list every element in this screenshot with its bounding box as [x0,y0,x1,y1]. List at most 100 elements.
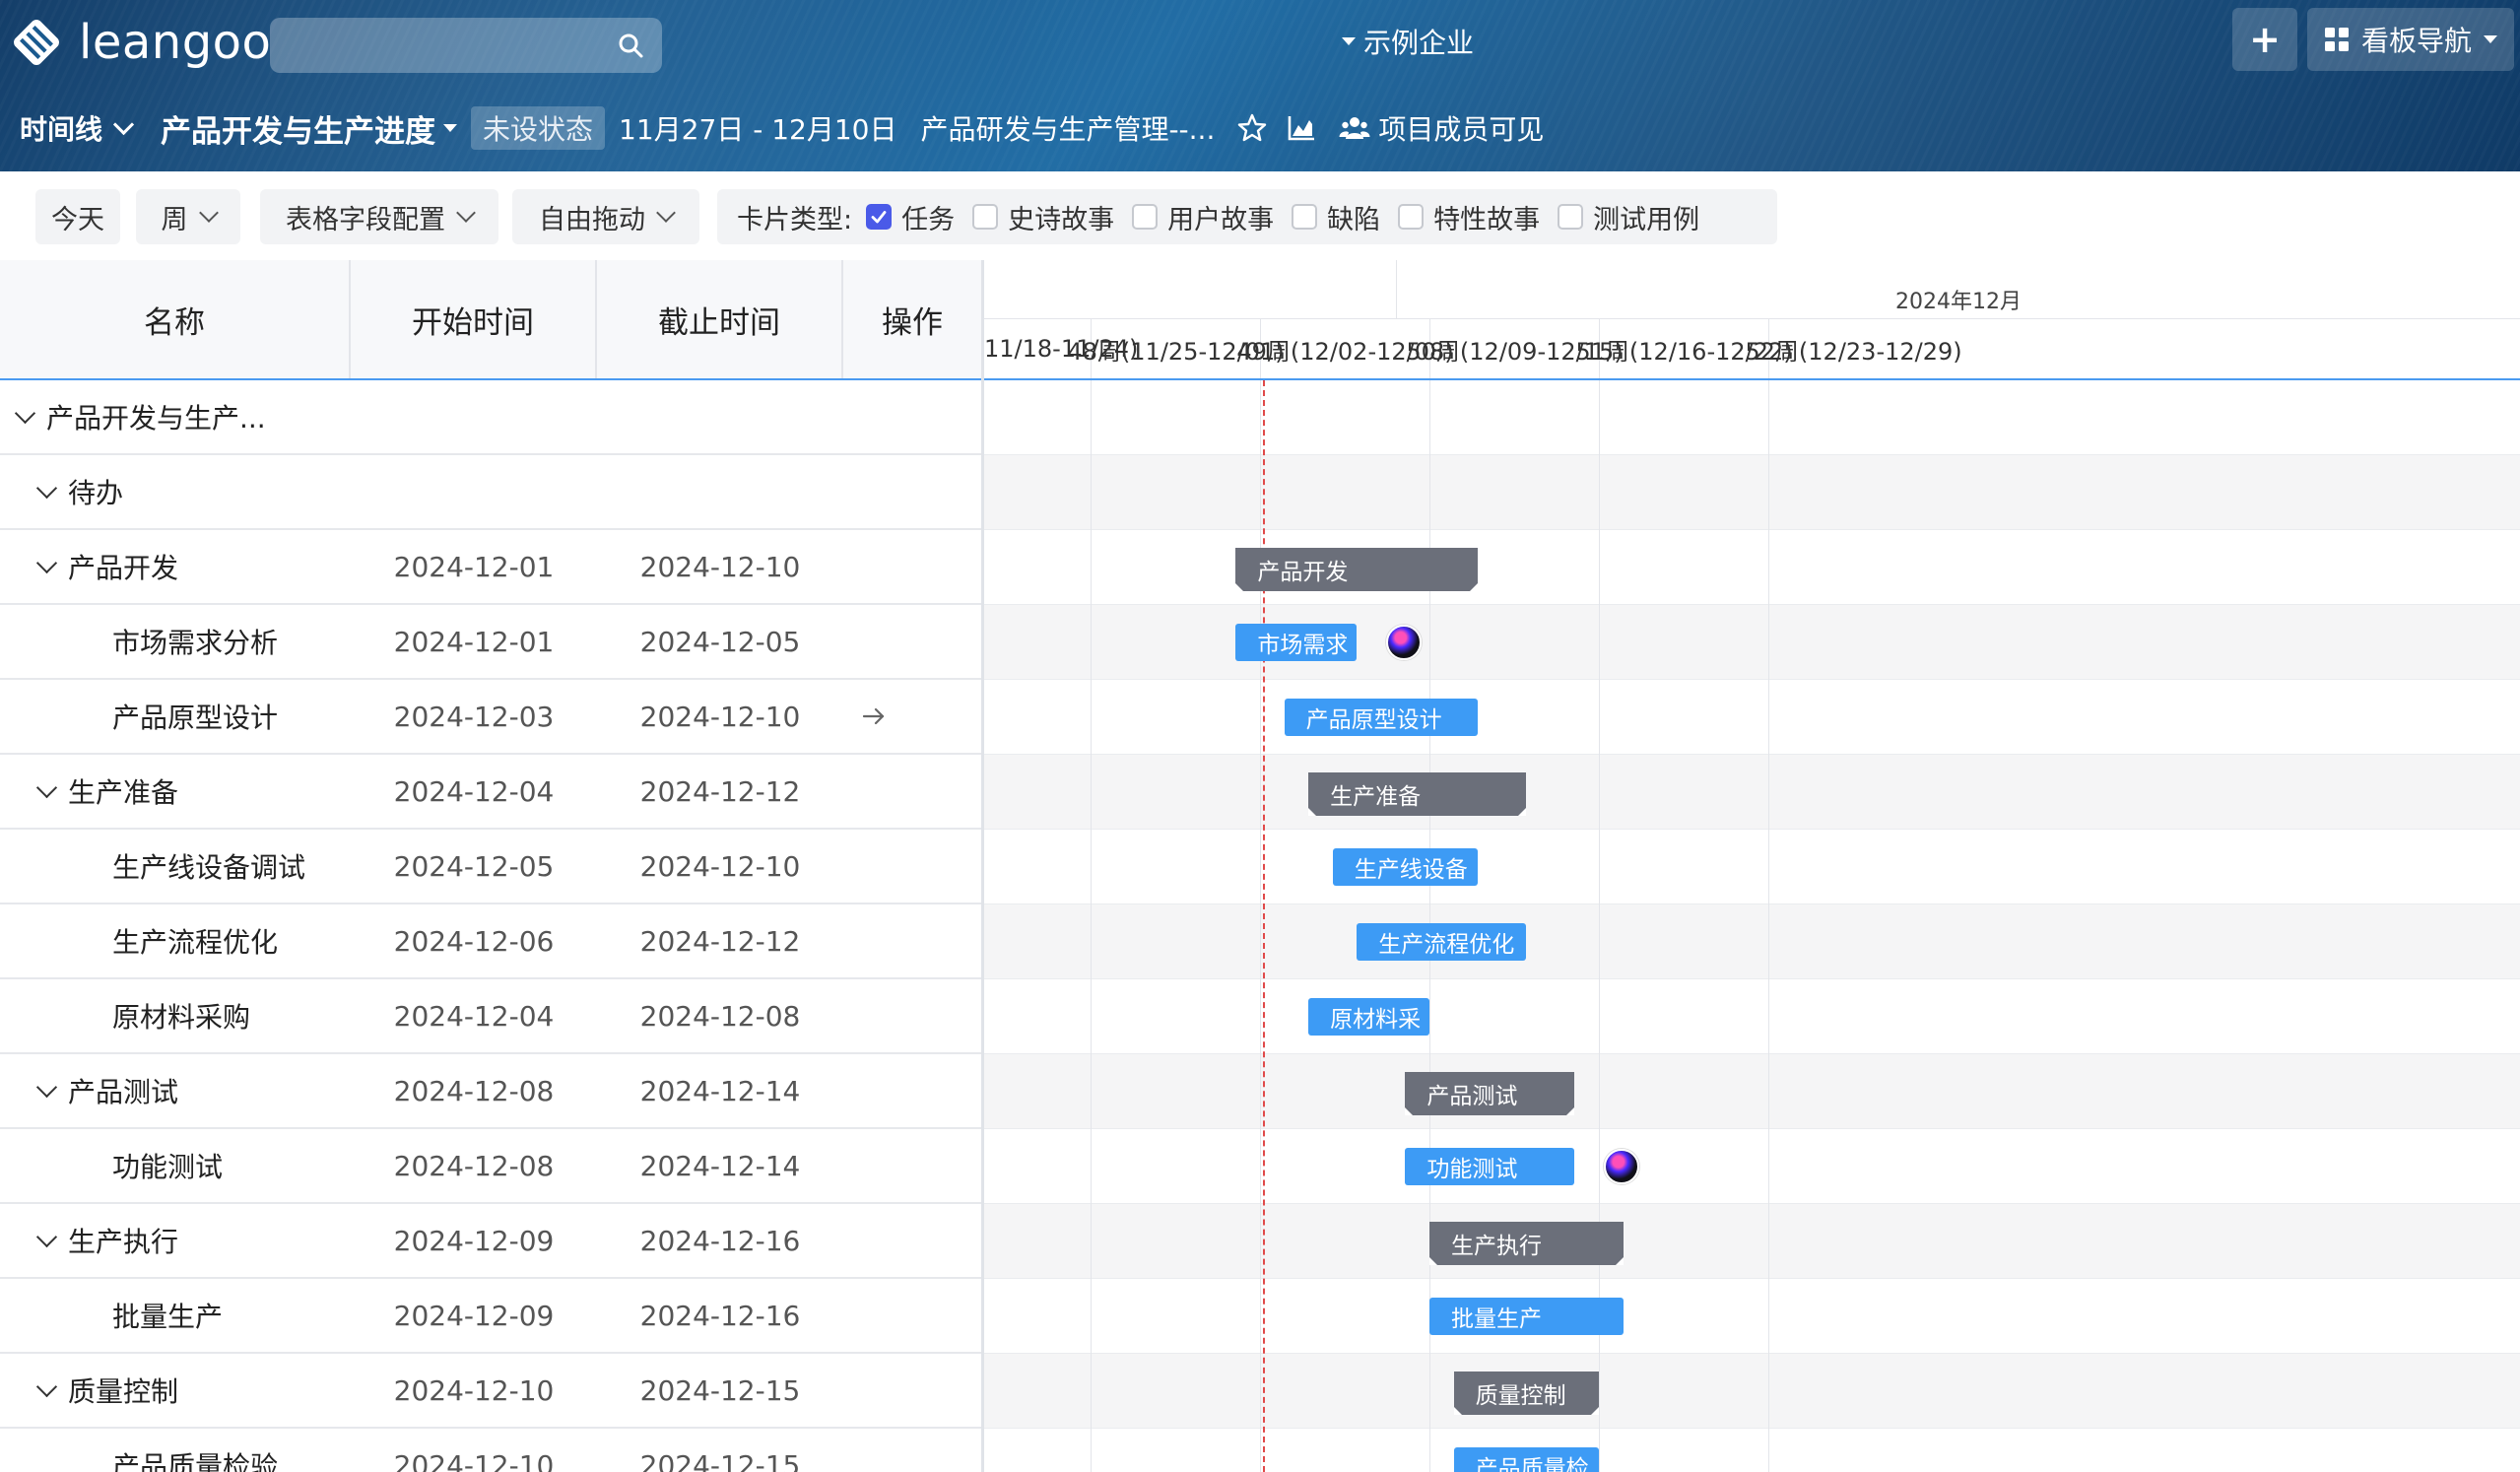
group-bar[interactable]: 产品测试 [1405,1072,1575,1115]
checkbox-icon[interactable] [972,204,999,230]
drag-mode-dropdown[interactable]: 自由拖动 [512,189,699,244]
checkbox-icon[interactable] [1398,204,1425,230]
start-date[interactable]: 2024-12-06 [351,904,597,977]
chevron-down-icon[interactable] [14,402,36,424]
end-date[interactable]: 2024-12-12 [597,904,843,977]
chevron-down-icon[interactable] [35,477,58,499]
end-date[interactable]: 2024-12-15 [597,1354,843,1427]
end-date[interactable]: 2024-12-15 [597,1429,843,1472]
start-date[interactable]: 2024-12-09 [351,1279,597,1352]
task-bar[interactable]: 功能测试 [1405,1148,1575,1185]
row-name[interactable]: 质量控制 [68,1371,178,1410]
arrow-right-icon[interactable] [859,702,889,731]
checkbox-checked-icon[interactable] [866,204,893,230]
today-button[interactable]: 今天 [35,189,120,244]
start-date[interactable]: 2024-12-08 [351,1129,597,1202]
search-box[interactable] [270,18,662,73]
start-date[interactable]: 2024-12-09 [351,1204,597,1277]
checkbox-icon[interactable] [1558,204,1584,230]
start-date[interactable]: 2024-12-04 [351,979,597,1052]
task-bar[interactable]: 产品原型设计 [1284,699,1479,736]
start-date[interactable]: 2024-12-01 [351,605,597,678]
start-date[interactable]: 2024-12-05 [351,830,597,903]
company-switcher[interactable]: 示例企业 [1342,22,1474,61]
field-config-dropdown[interactable]: 表格字段配置 [260,189,498,244]
table-row[interactable]: 生产执行 2024-12-09 2024-12-16 [0,1204,981,1279]
project-name-link[interactable]: 产品研发与生产管理--... [920,108,1215,148]
end-date[interactable]: 2024-12-10 [597,680,843,753]
star-icon[interactable] [1236,112,1268,144]
end-date[interactable]: 2024-12-14 [597,1054,843,1127]
card-type-user-story[interactable]: 用户故事 [1132,198,1274,236]
group-bar[interactable]: 生产准备 [1308,772,1527,816]
end-date[interactable] [597,380,843,453]
task-bar[interactable]: 产品质量检 [1453,1447,1599,1472]
end-date[interactable]: 2024-12-12 [597,755,843,828]
start-date[interactable] [351,455,597,528]
chevron-down-icon[interactable] [35,1076,58,1098]
visibility-setting[interactable]: 项目成员可见 [1339,108,1544,148]
checkbox-icon[interactable] [1132,204,1159,230]
row-name[interactable]: 生产准备 [68,771,178,811]
status-badge[interactable]: 未设状态 [471,106,606,150]
start-date[interactable]: 2024-12-10 [351,1429,597,1472]
table-row[interactable]: 产品开发与生产... [0,380,981,455]
end-date[interactable] [597,455,843,528]
chevron-down-icon[interactable] [35,1226,58,1247]
card-type-feature[interactable]: 特性故事 [1398,198,1540,236]
row-name[interactable]: 产品开发与生产... [46,397,266,436]
row-name[interactable]: 产品开发 [68,547,178,586]
logo[interactable]: leangoo [8,14,271,71]
row-name[interactable]: 产品原型设计 [112,697,278,736]
table-row[interactable]: 产品原型设计 2024-12-03 2024-12-10 [0,680,981,755]
card-type-test-case[interactable]: 测试用例 [1558,198,1699,236]
start-date[interactable] [351,380,597,453]
row-name[interactable]: 产品测试 [68,1071,178,1110]
view-mode-dropdown[interactable]: 时间线 [20,108,135,148]
start-date[interactable]: 2024-12-08 [351,1054,597,1127]
row-name[interactable]: 生产线设备调试 [112,846,305,886]
table-row[interactable]: 生产线设备调试 2024-12-05 2024-12-10 [0,830,981,904]
search-icon[interactable] [617,32,644,59]
task-bar[interactable]: 市场需求 [1235,624,1358,661]
card-type-task[interactable]: 任务 [866,198,955,236]
board-nav-button[interactable]: 看板导航 [2307,8,2514,71]
card-type-epic[interactable]: 史诗故事 [972,198,1114,236]
table-row[interactable]: 原材料采购 2024-12-04 2024-12-08 [0,979,981,1054]
row-name[interactable]: 原材料采购 [112,996,250,1036]
scale-dropdown[interactable]: 周 [136,189,240,244]
chevron-down-icon[interactable] [35,1375,58,1397]
end-date[interactable]: 2024-12-08 [597,979,843,1052]
start-date[interactable]: 2024-12-01 [351,530,597,603]
end-date[interactable]: 2024-12-16 [597,1204,843,1277]
table-row[interactable]: 产品开发 2024-12-01 2024-12-10 [0,530,981,605]
table-row[interactable]: 产品测试 2024-12-08 2024-12-14 [0,1054,981,1129]
column-header-start[interactable]: 开始时间 [351,260,597,378]
chevron-down-icon[interactable] [35,552,58,573]
table-row[interactable]: 质量控制 2024-12-10 2024-12-15 [0,1354,981,1429]
row-name[interactable]: 市场需求分析 [112,622,278,661]
end-date[interactable]: 2024-12-10 [597,530,843,603]
start-date[interactable]: 2024-12-10 [351,1354,597,1427]
table-row[interactable]: 市场需求分析 2024-12-01 2024-12-05 [0,605,981,680]
end-date[interactable]: 2024-12-16 [597,1279,843,1352]
end-date[interactable]: 2024-12-14 [597,1129,843,1202]
search-input[interactable] [286,26,605,67]
card-type-defect[interactable]: 缺陷 [1292,198,1380,236]
chart-icon[interactable] [1286,112,1317,144]
table-row[interactable]: 生产流程优化 2024-12-06 2024-12-12 [0,904,981,979]
end-date[interactable]: 2024-12-05 [597,605,843,678]
chevron-down-icon[interactable] [35,776,58,798]
add-button[interactable]: + [2232,8,2297,71]
start-date[interactable]: 2024-12-03 [351,680,597,753]
table-row[interactable]: 产品质量检验 2024-12-10 2024-12-15 [0,1429,981,1472]
group-bar[interactable]: 产品开发 [1235,548,1479,591]
task-bar[interactable]: 原材料采 [1308,998,1429,1036]
table-row[interactable]: 待办 [0,455,981,530]
checkbox-icon[interactable] [1292,204,1318,230]
column-header-name[interactable]: 名称 [0,260,351,378]
task-bar[interactable]: 批量生产 [1429,1298,1624,1335]
group-bar[interactable]: 质量控制 [1453,1372,1599,1415]
end-date[interactable]: 2024-12-10 [597,830,843,903]
table-row[interactable]: 批量生产 2024-12-09 2024-12-16 [0,1279,981,1354]
